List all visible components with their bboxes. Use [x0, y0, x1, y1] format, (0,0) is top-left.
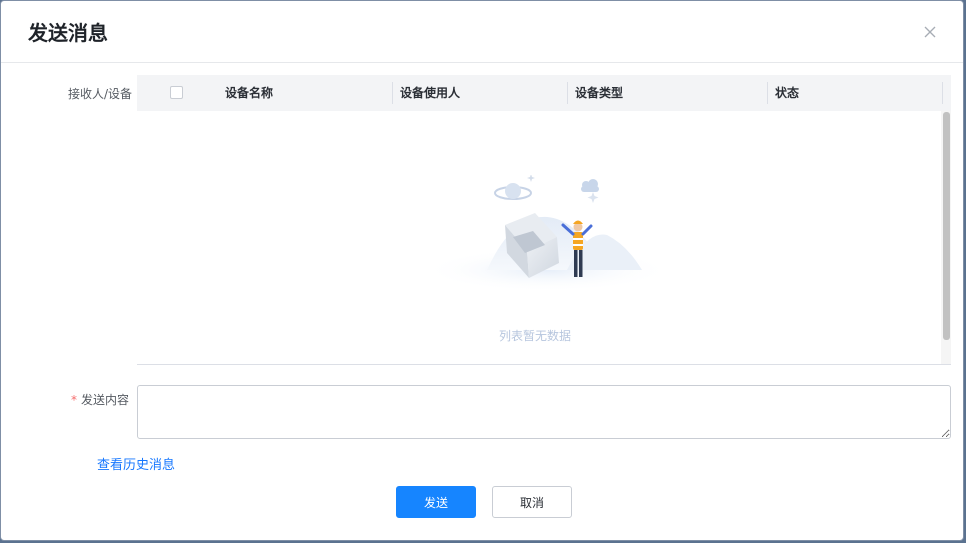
close-icon[interactable]: [919, 21, 941, 43]
content-label-text: 发送内容: [80, 393, 129, 407]
cancel-button[interactable]: 取消: [492, 486, 572, 518]
column-header-device-type[interactable]: 设备类型: [575, 75, 623, 111]
column-header-device-user[interactable]: 设备使用人: [400, 75, 460, 111]
dialog-title: 发送消息: [28, 21, 108, 45]
column-header-status[interactable]: 状态: [775, 75, 799, 111]
view-history-link[interactable]: 查看历史消息: [97, 457, 175, 475]
table-scrollbar-thumb[interactable]: [943, 112, 950, 340]
column-header-device-name[interactable]: 设备名称: [225, 75, 273, 111]
empty-box-illustration: [417, 174, 677, 315]
send-button[interactable]: 发送: [396, 486, 476, 518]
content-label: * 发送内容: [41, 392, 129, 408]
device-table: 设备名称 设备使用人 设备类型 状态 列表暂无数据: [137, 75, 951, 365]
message-content-input[interactable]: [137, 385, 951, 439]
send-message-dialog: 发送消息 接收人/设备 设备名称 设备使用人 设备类型 状态 列表暂无数据 * …: [0, 0, 964, 541]
recipient-label: 接收人/设备: [67, 87, 132, 101]
dialog-header: 发送消息: [1, 1, 963, 63]
empty-text: 列表暂无数据: [498, 329, 571, 343]
select-all-checkbox[interactable]: [170, 86, 183, 99]
required-mark: *: [70, 393, 77, 407]
table-header: 设备名称 设备使用人 设备类型 状态: [137, 75, 951, 111]
